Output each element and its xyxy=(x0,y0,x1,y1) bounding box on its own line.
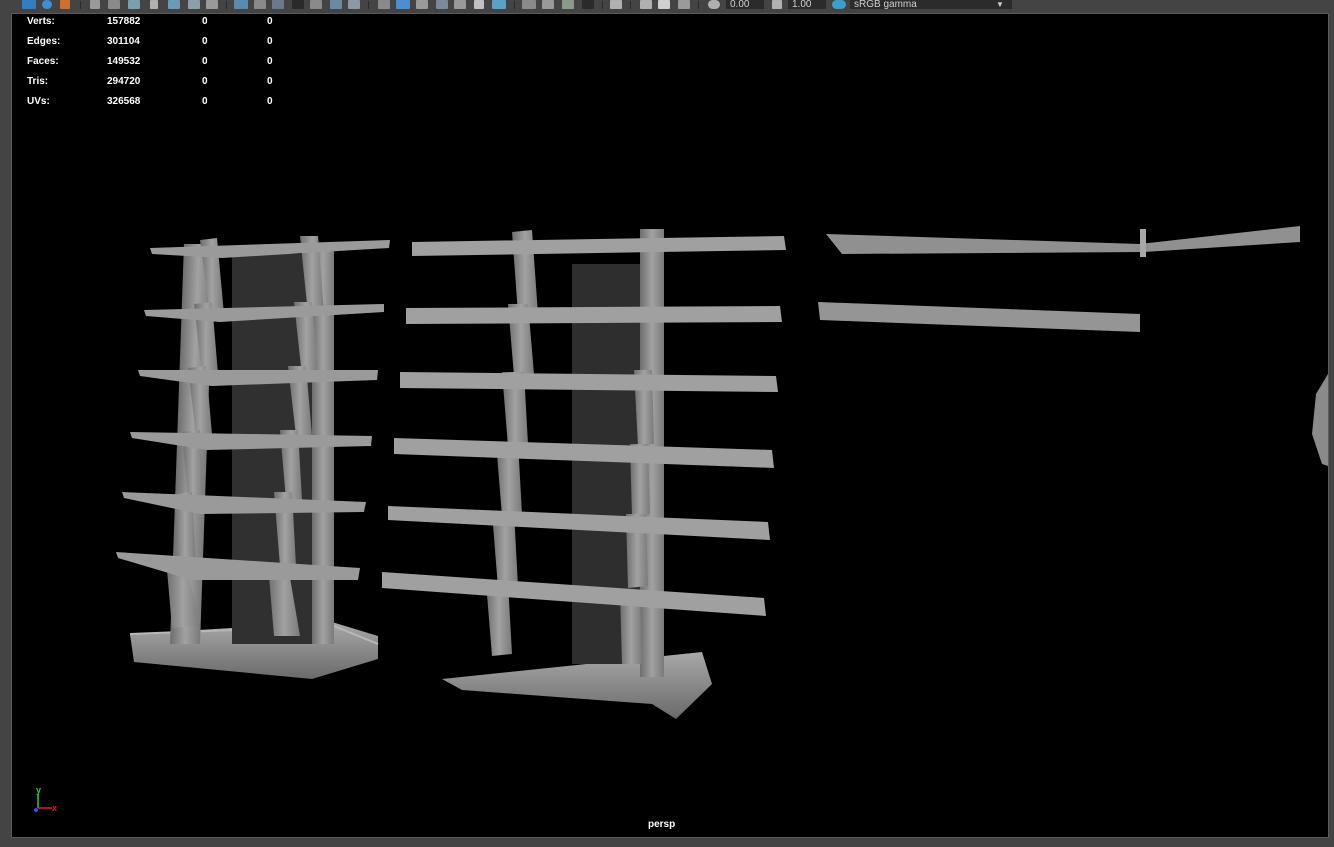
scene-render xyxy=(116,226,1328,719)
3d-viewport[interactable]: Verts: 157882 0 0 Edges: 301104 0 0 Face… xyxy=(11,13,1329,838)
copy-icon[interactable] xyxy=(640,0,652,9)
chevron-down-icon[interactable]: ▼ xyxy=(996,0,1008,9)
lock-camera-icon[interactable] xyxy=(60,0,70,9)
wireframe-icon[interactable] xyxy=(378,0,390,9)
katana-scabbard xyxy=(818,302,1140,332)
paste-icon[interactable] xyxy=(658,0,670,9)
resolution-gate-icon[interactable] xyxy=(272,0,284,9)
select-camera-icon[interactable] xyxy=(22,0,36,9)
film-gate-icon[interactable] xyxy=(254,0,266,9)
textured-icon[interactable] xyxy=(436,0,448,9)
checker-icon[interactable] xyxy=(454,0,466,9)
exposure-field[interactable]: 0.00 xyxy=(726,0,764,10)
grease-pencil-icon[interactable] xyxy=(188,0,200,9)
sword-rack-left xyxy=(116,236,390,679)
lights-icon[interactable] xyxy=(474,0,484,9)
safe-action-icon[interactable] xyxy=(330,0,342,9)
wireframe-on-shaded-icon[interactable] xyxy=(416,0,428,9)
cursor-icon[interactable] xyxy=(610,0,622,9)
gamma-icon[interactable] xyxy=(772,0,782,9)
axis-z-dot xyxy=(34,808,38,812)
xray-joints-icon[interactable] xyxy=(542,0,554,9)
bottom-border xyxy=(0,838,1334,847)
katana-sword xyxy=(826,226,1300,257)
camera-attributes-icon[interactable] xyxy=(90,0,100,9)
2d-pan-icon[interactable] xyxy=(168,0,180,9)
tools-icon[interactable] xyxy=(206,0,218,9)
sphere-icon[interactable] xyxy=(42,0,52,9)
edit-icon[interactable] xyxy=(678,0,690,9)
isolate-select-icon[interactable] xyxy=(582,0,594,9)
axis-x-label: x xyxy=(52,803,57,813)
smooth-shade-icon[interactable] xyxy=(396,0,410,9)
grid-icon[interactable] xyxy=(234,0,248,9)
safe-title-icon[interactable] xyxy=(348,0,360,9)
sword-rack-middle xyxy=(382,229,786,719)
color-space-dropdown[interactable]: sRGB gamma xyxy=(850,0,1012,10)
image-plane-icon[interactable] xyxy=(128,0,140,9)
field-chart-icon[interactable] xyxy=(310,0,322,9)
axis-gizmo: y x xyxy=(34,785,57,813)
xray-components-icon[interactable] xyxy=(562,0,574,9)
gate-mask-icon[interactable] xyxy=(292,0,304,9)
camera-name-label: persp xyxy=(648,819,676,830)
gamma-field[interactable]: 1.00 xyxy=(788,0,826,10)
exposure-icon[interactable] xyxy=(708,0,720,9)
bookmark-icon[interactable] xyxy=(108,0,120,9)
flag-icon[interactable] xyxy=(150,0,158,9)
viewport-toolbar: 0.00 1.00 sRGB gamma ▼ xyxy=(0,0,1334,11)
shadows-icon[interactable] xyxy=(492,0,506,9)
xray-icon[interactable] xyxy=(522,0,536,9)
color-management-icon[interactable] xyxy=(832,0,846,9)
partial-object-right xyxy=(1312,374,1328,466)
axis-y-label: y xyxy=(36,785,41,795)
